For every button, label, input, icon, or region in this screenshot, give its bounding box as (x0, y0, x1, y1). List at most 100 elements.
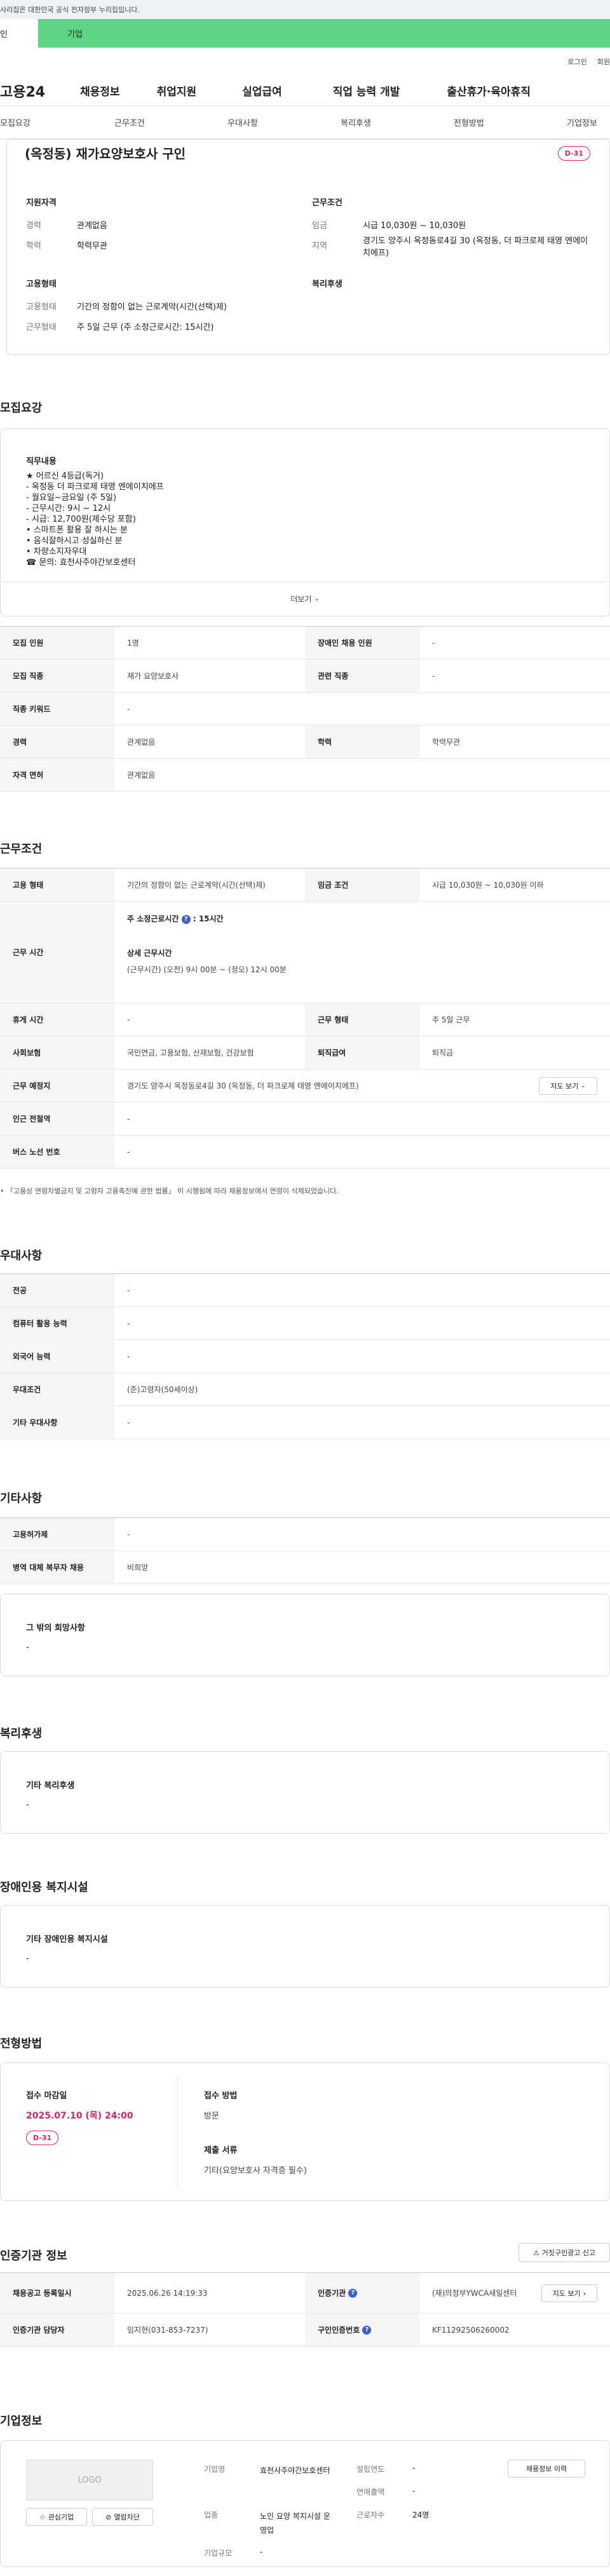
gnb-item-unemployment[interactable]: 실업급여 (242, 83, 282, 98)
td: - (127, 1114, 130, 1123)
section-nav-work[interactable]: 근무조건 (114, 116, 145, 128)
table-row: 휴게 시간 - 근무 형태 주 5일 근무 (0, 1003, 610, 1036)
company-est-value: - (412, 2464, 416, 2472)
td: 1명 (127, 639, 139, 647)
favorite-company-label: 관심기업 (48, 2513, 74, 2521)
company-box: LOGO ☆ 관심기업 ⊘ 열람차단 기업명 효천사주야간보호센터 업종 노인 요양… (0, 2440, 610, 2567)
th: 외국어 능력 (0, 1340, 114, 1373)
duty-line: ☎ 문의: 효천사주야간보호센터 (26, 558, 136, 567)
report-button[interactable]: ⚠ 거짓구인광고 신고 (518, 2243, 610, 2262)
th: 직종 키워드 (0, 693, 114, 725)
table-row: 직종 키워드 - (0, 693, 610, 726)
section-nav-recruit[interactable]: 모집요강 (0, 116, 30, 128)
map-button-label: 지도 보기 (550, 1082, 579, 1090)
job-summary-card: (옥정동) 재가요양보호사 구인 D-31 지원자격 경력 관계없음 학력 학력… (6, 139, 610, 355)
etc-hope-box: 그 밖의 희망사항 - (0, 1594, 610, 1676)
map-button-label: 지도 보기 (552, 2289, 581, 2298)
gnb-item-employment-support[interactable]: 취업지원 (157, 83, 197, 98)
th: 근무 시간 (0, 902, 114, 1003)
disabled-box-title: 기타 장애인용 복지시설 (26, 1935, 108, 1944)
table-row: 외국어 능력 - (0, 1340, 610, 1373)
map-button[interactable]: 지도 보기 ⌄ (539, 1077, 597, 1095)
job-history-button[interactable]: 채용정보 이력 (508, 2460, 585, 2478)
report-button-label: 거짓구인광고 신고 (541, 2249, 596, 2257)
work-table: 고용 형태 기간의 정함이 없는 근로계약(시간(선택)제) 임금 조건 시급 … (0, 868, 610, 1169)
section-nav-selection[interactable]: 전형방법 (454, 116, 484, 128)
hours-detail: (근무시간) (오전) 9시 00분 ~ (정오) 12시 00분 (127, 965, 287, 974)
gnb-item-parental-leave[interactable]: 출산휴가·육아휴직 (447, 83, 531, 98)
company-size-value: - (260, 2547, 263, 2556)
etc-hope-title: 그 밖의 희망사항 (26, 1624, 85, 1633)
table-row: 근무 예정지 경기도 양주시 옥정동로4길 30 (옥정동, 더 파크로제 태영… (0, 1069, 610, 1102)
disabled-box-value: - (26, 1954, 29, 1963)
selection-heading: 전형방법 (0, 2037, 43, 2051)
top-links: 로그인 회원 (0, 48, 610, 76)
docs-value: 기타(요양보호사 자격증 필수) (204, 2166, 307, 2176)
section-nav: 모집요강 근무조건 우대사항 복리후생 전형방법 기업정보 (0, 106, 610, 139)
block-view-button[interactable]: ⊘ 열람차단 (92, 2508, 153, 2526)
user-type-tabs: 인 기업 (0, 19, 610, 48)
duty-line: - 근무시간: 9시 ~ 12시 (26, 504, 111, 513)
cond-value: 시급 10,030원 ~ 10,030원 (363, 221, 466, 231)
table-row: 우대조건 (준)고령자(50세이상) (0, 1373, 610, 1406)
th: 채용공고 등록일시 (0, 2273, 114, 2313)
gnb-item-jobs[interactable]: 채용정보 (80, 83, 120, 98)
table-row: 버스 노선 번호 - (0, 1135, 610, 1169)
qual-value: 학력무관 (77, 241, 107, 251)
etc-table: 고용허가제 - 병역 대체 복무자 채용 비희망 (0, 1517, 610, 1584)
th: 구인인증번호 ? (305, 2314, 419, 2346)
table-row: 인근 전철역 - (0, 1102, 610, 1135)
chevron-right-icon: › (583, 2289, 586, 2298)
section-nav-company[interactable]: 기업정보 (567, 116, 597, 128)
td: 학력무관 (432, 738, 461, 747)
td: KF11292506260002 (432, 2325, 510, 2335)
td: 비희망 (127, 1563, 149, 1572)
th: 전공 (0, 1274, 114, 1306)
table-row: 모집 인원 1명 장애인 채용 인원 - (0, 627, 610, 660)
td: - (127, 1015, 130, 1024)
recruit-table: 모집 인원 1명 장애인 채용 인원 - 모집 직종 재가 요양보호사 관련 직… (0, 626, 610, 792)
th: 모집 직종 (0, 660, 114, 692)
duty-content: ★ 어르신 4등급(독거) - 옥정동 더 파크로제 태영 엔에이치에프 - 월… (26, 471, 164, 568)
docs-title: 제출 서류 (204, 2146, 238, 2155)
login-link[interactable]: 로그인 (567, 57, 586, 67)
th: 고용 형태 (0, 869, 114, 901)
tab-company[interactable]: 기업 (38, 19, 610, 48)
td: - (127, 704, 130, 714)
more-button[interactable]: 더보기 ⌄ (1, 581, 609, 616)
selection-dday-badge: D-31 (26, 2131, 59, 2145)
gnb-item-training[interactable]: 직업 능력 개발 (333, 83, 400, 98)
qual-title: 지원자격 (26, 198, 57, 208)
company-heading: 기업정보 (0, 2415, 43, 2428)
help-icon[interactable]: ? (348, 2288, 358, 2298)
cert-table: 채용공고 등록일시 2025.06.26 14:19:33 인증기관 ? (재)… (0, 2272, 610, 2347)
cond-label: 지역 (312, 241, 327, 251)
table-row: 자격 면허 관계없음 (0, 759, 610, 792)
section-nav-pref[interactable]: 우대사항 (227, 116, 258, 128)
duty-line: • 음식잘하시고 성실하신 분 (26, 536, 123, 546)
th: 우대조건 (0, 1373, 114, 1406)
th-label: 구인인증번호 (318, 2326, 360, 2335)
welfare-box: 기타 복리후생 - (0, 1751, 610, 1834)
global-nav: 고용24 채용정보 취업지원 실업급여 직업 능력 개발 출산휴가·육아휴직 (0, 76, 610, 106)
map-button[interactable]: 지도 보기 › (541, 2284, 597, 2302)
join-link[interactable]: 회원 (597, 57, 610, 67)
help-icon[interactable]: ? (362, 2325, 372, 2335)
duty-box: 직무내용 ★ 어르신 4등급(독거) - 옥정동 더 파크로제 태영 엔에이치에… (0, 428, 610, 616)
weekly-hours-label: 주 소정근로시간 (127, 914, 179, 923)
td: 임지현(031-853-7237) (127, 2326, 208, 2335)
duty-line: • 스마트폰 활용 잘 하시는 분 (26, 525, 128, 535)
table-row: 사회보험 국민연금, 고용보험, 산재보험, 건강보험 퇴직급여 퇴직금 (0, 1036, 610, 1069)
cond-label: 임금 (312, 221, 327, 231)
help-icon[interactable]: ? (181, 914, 191, 924)
table-row: 인증기관 담당자 임지현(031-853-7237) 구인인증번호 ? KF11… (0, 2314, 610, 2347)
site-logo[interactable]: 고용24 (0, 81, 80, 101)
tab-personal[interactable]: 인 (0, 19, 38, 48)
section-nav-welfare[interactable]: 복리후생 (341, 116, 371, 128)
method-title: 접수 방법 (204, 2091, 238, 2101)
table-row: 기타 우대사항 - (0, 1406, 610, 1439)
etc-heading: 기타사항 (0, 1492, 43, 1505)
td: 경기도 양주시 옥정동로4길 30 (옥정동, 더 파크로제 태영 엔에이치에프… (127, 1081, 359, 1090)
favorite-company-button[interactable]: ☆ 관심기업 (26, 2508, 87, 2526)
age-note: • 「고용상 연령차별금지 및 고령자 고용촉진에 관한 법률」 이 시행됨에 … (0, 1187, 339, 1195)
